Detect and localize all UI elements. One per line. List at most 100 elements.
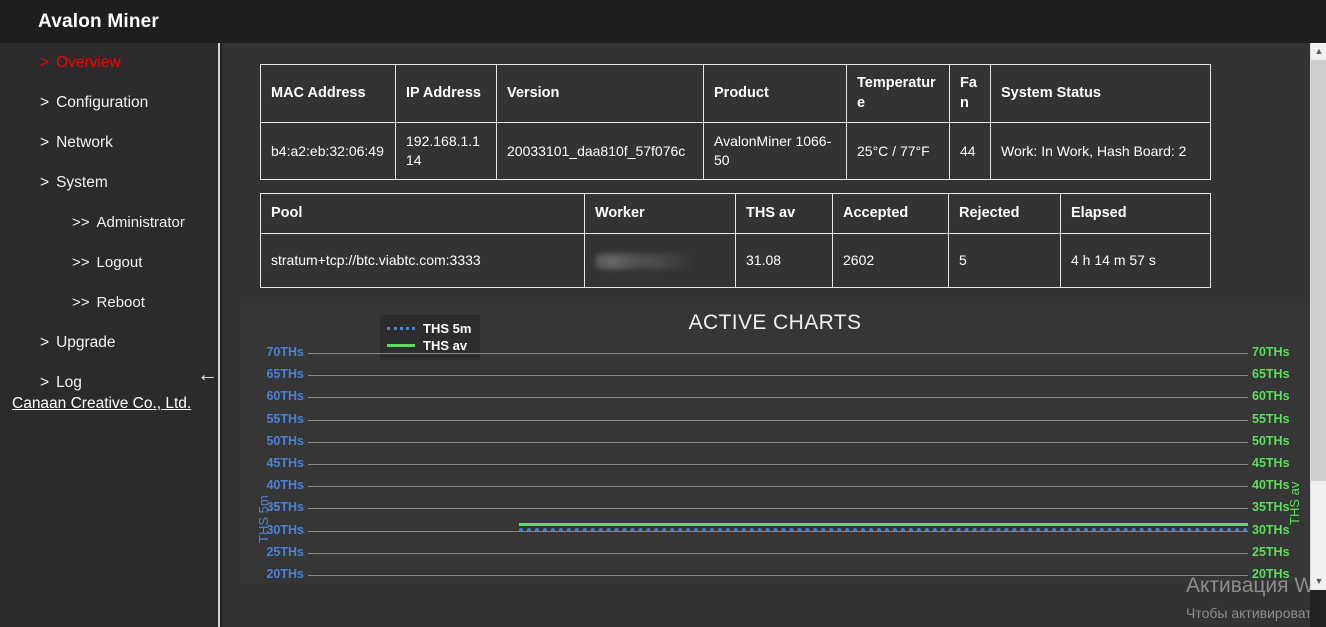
device-info-table: MAC Address IP Address Version Product Tempe…: [260, 63, 1211, 180]
y-axis-left-tick: 70THs: [266, 345, 304, 359]
y-axis-right-tick: 40THs: [1252, 478, 1290, 493]
scroll-down-arrow-icon[interactable]: ▼: [1311, 573, 1326, 590]
sidebar-item-label: Administrator: [96, 214, 185, 231]
pool-info-table: Pool Worker THS av Accepted Rejected Elapsed …: [260, 193, 1211, 288]
sidebar-footer-link[interactable]: Canaan Creative Co., Ltd.: [12, 395, 191, 413]
chart-gridline: [308, 530, 1248, 532]
cell-system_status: Work: In Work, Hash Board: 2: [990, 122, 1211, 180]
cell-pool: stratum+tcp://btc.viabtc.com:3333: [260, 233, 585, 288]
caret-icon: >: [40, 54, 50, 71]
y-axis-right-tick: 65THs: [1252, 367, 1290, 382]
cell-temperature: 25°C / 77°F: [846, 122, 950, 180]
sidebar-item-system[interactable]: > System: [0, 163, 218, 203]
cell-elapsed: 4 h 14 m 57 s: [1060, 233, 1211, 288]
chart-gridline: [308, 353, 1248, 354]
caret-icon: >: [40, 134, 50, 151]
caret-icon: >: [40, 94, 50, 111]
sidebar-item-configuration[interactable]: > Configuration: [0, 83, 218, 123]
cell-fan: 44: [949, 122, 991, 180]
table-header-row: Pool Worker THS av Accepted Rejected Elapsed: [260, 193, 1211, 234]
column-header: Elapsed: [1060, 193, 1211, 234]
legend-item-ths-av: THS av: [387, 337, 471, 354]
y-axis-right-tick: 70THs: [1252, 345, 1290, 359]
legend-swatch-solid-icon: [387, 344, 415, 347]
column-header: Worker: [584, 193, 736, 234]
sidebar-item-label: Upgrade: [56, 334, 116, 351]
y-axis-left-tick: 65THs: [266, 367, 304, 382]
caret-icon: >>: [72, 214, 90, 231]
sidebar-item-label: Overview: [56, 54, 121, 71]
chart-gridline: [308, 419, 1248, 421]
column-header: Product: [703, 63, 847, 124]
y-axis-left-tick: 45THs: [266, 456, 304, 470]
cell-product: AvalonMiner 1066-50: [703, 122, 847, 180]
cell-worker: [584, 233, 736, 288]
y-axis-left-tick: 20THs: [266, 567, 304, 581]
column-header: MAC Address: [260, 63, 396, 124]
y-axis-left-tick: 30THs: [266, 522, 304, 537]
chart-plot-area: 70THs 70THs 65THs 65THs 60THs 60THs 55THs 55THs…: [266, 345, 1289, 581]
sidebar-item-reboot[interactable]: >> Reboot: [0, 283, 218, 323]
page-root: Avalon Miner > Overview > Configuration > Net…: [0, 0, 1326, 627]
column-header: System Status: [990, 63, 1211, 124]
chart-gridline: [308, 575, 1248, 576]
column-header: Temperature: [846, 63, 950, 124]
y-axis-right-tick: 60THs: [1252, 389, 1290, 404]
y-axis-right-tick: 50THs: [1252, 433, 1290, 448]
sidebar-item-label: Logout: [96, 254, 143, 271]
y-axis-left-tick: 25THs: [266, 544, 304, 559]
scroll-up-arrow-icon[interactable]: ▲: [1311, 43, 1326, 60]
y-axis-right-tick: 20THs: [1252, 567, 1290, 581]
vertical-scrollbar[interactable]: ▲ ▼: [1310, 43, 1326, 590]
cell-ip_address: 192.168.1.114: [395, 122, 497, 180]
sidebar-nav: > Overview > Configuration > Network > System >>…: [0, 43, 218, 403]
chart-gridline: [308, 486, 1248, 488]
chart-gridline: [308, 508, 1248, 510]
legend-label-ths-av: THS av: [423, 338, 468, 353]
main-content: MAC Address IP Address Version Product Tempe…: [222, 43, 1310, 627]
sidebar-item-upgrade[interactable]: > Upgrade: [0, 323, 218, 363]
cell-version: 20033101_daa810f_57f076c: [496, 122, 704, 180]
sidebar-item-administrator[interactable]: >> Administrator: [0, 203, 218, 243]
caret-icon: >: [40, 334, 50, 351]
caret-icon: >>: [72, 294, 90, 311]
sidebar-item-logout[interactable]: >> Logout: [0, 243, 218, 283]
y-axis-right-tick: 35THs: [1252, 500, 1290, 515]
series-line-ths-av: [519, 522, 1248, 526]
y-axis-right-tick: 25THs: [1252, 544, 1290, 559]
column-header: THS av: [735, 193, 833, 234]
cell-mac_address: b4:a2:eb:32:06:49: [260, 122, 396, 180]
sidebar-item-label: Configuration: [56, 94, 149, 111]
column-header: Accepted: [832, 193, 949, 234]
sidebar-item-network[interactable]: > Network: [0, 123, 218, 163]
active-charts-panel: ACTIVE CHARTS THS 5m THS av THS 5m THS a…: [240, 303, 1310, 583]
y-axis-left-tick: 35THs: [266, 500, 304, 515]
sidebar-item-label: Reboot: [96, 294, 145, 311]
scrollbar-track[interactable]: [1311, 481, 1326, 573]
sidebar-item-label: Log: [56, 374, 82, 391]
app-header: Avalon Miner: [0, 0, 1326, 43]
y-axis-left-tick: 55THs: [266, 411, 304, 426]
y-axis-right-tick: 55THs: [1252, 411, 1290, 426]
y-axis-left-tick: 60THs: [266, 389, 304, 404]
cell-ths_av: 31.08: [735, 233, 833, 288]
legend-swatch-dotted-icon: [387, 327, 415, 330]
caret-icon: >>: [72, 254, 90, 271]
sidebar-item-overview[interactable]: > Overview: [0, 43, 218, 83]
scrollbar-thumb[interactable]: [1311, 60, 1326, 481]
chart-gridline: [308, 375, 1248, 377]
table-header-row: MAC Address IP Address Version Product Tempe…: [260, 63, 1211, 124]
column-header: IP Address: [395, 63, 497, 124]
table-row: b4:a2:eb:32:06:49 192.168.1.114 20033101_d…: [260, 122, 1211, 180]
chart-gridline: [308, 397, 1248, 399]
column-header: Fan: [949, 63, 991, 124]
table-row: stratum+tcp://btc.viabtc.com:3333 31.08 26…: [260, 233, 1211, 288]
watermark-subtitle: Чтобы активировать Windows, перейдите к …: [1186, 605, 1310, 627]
redacted-worker-value: [595, 254, 695, 269]
chart-gridline: [308, 552, 1248, 554]
collapse-sidebar-icon[interactable]: ←: [197, 364, 219, 385]
sidebar: > Overview > Configuration > Network > System >>…: [0, 43, 220, 627]
cell-accepted: 2602: [832, 233, 949, 288]
caret-icon: >: [40, 374, 50, 391]
chart-gridline: [308, 441, 1248, 443]
